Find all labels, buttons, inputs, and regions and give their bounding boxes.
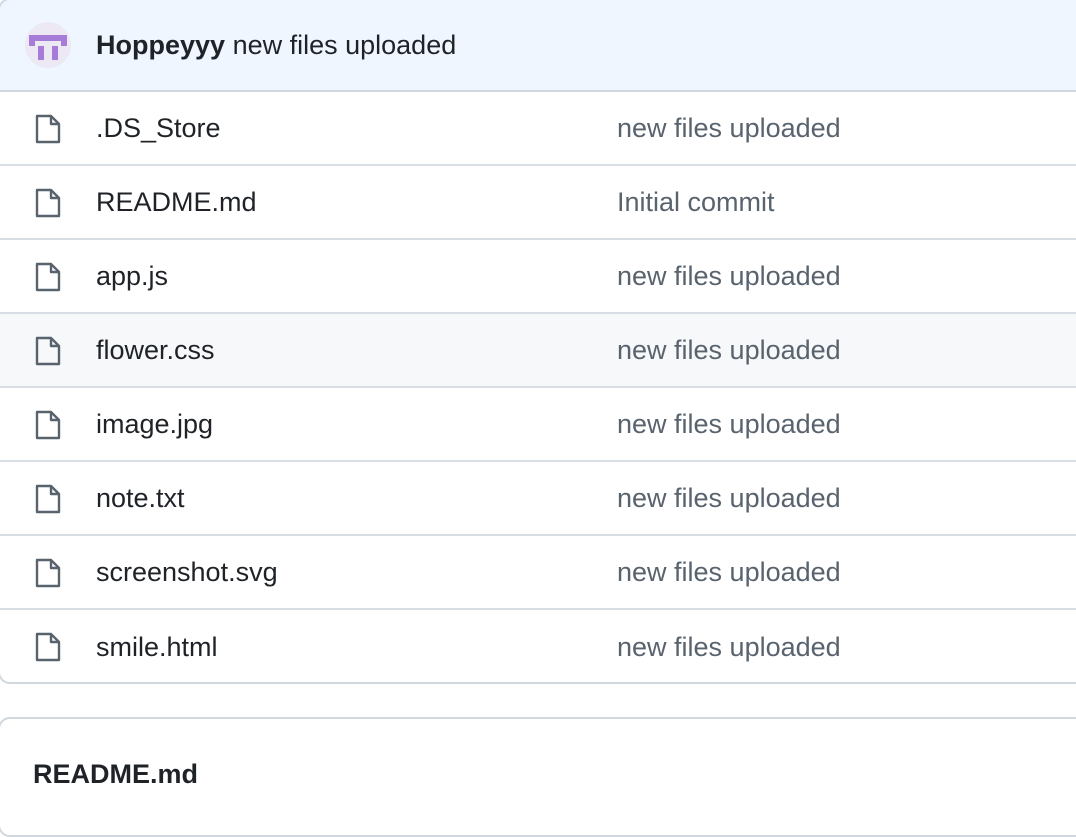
commit-author-link[interactable]: Hoppeyyy <box>96 30 225 60</box>
file-row[interactable]: app.js new files uploaded <box>0 240 1076 314</box>
file-row[interactable]: README.md Initial commit <box>0 166 1076 240</box>
file-name-link[interactable]: smile.html <box>96 632 218 663</box>
readme-title[interactable]: README.md <box>33 759 198 790</box>
file-rows: .DS_Store new files uploaded README.md Init… <box>0 92 1076 682</box>
avatar[interactable] <box>25 22 71 68</box>
file-row[interactable]: note.txt new files uploaded <box>0 462 1076 536</box>
file-commit-message-link[interactable]: new files uploaded <box>617 335 841 366</box>
latest-commit-header: Hoppeyyy new files uploaded <box>0 0 1076 92</box>
file-name-link[interactable]: image.jpg <box>96 409 213 440</box>
file-commit-message-link[interactable]: new files uploaded <box>617 557 841 588</box>
file-name-link[interactable]: flower.css <box>96 335 215 366</box>
commit-message-link[interactable]: new files uploaded <box>233 30 457 60</box>
file-commit-message-link[interactable]: new files uploaded <box>617 261 841 292</box>
file-commit-message-link[interactable]: new files uploaded <box>617 113 841 144</box>
file-row[interactable]: flower.css new files uploaded <box>0 314 1076 388</box>
file-name-link[interactable]: .DS_Store <box>96 113 221 144</box>
commit-summary: Hoppeyyy new files uploaded <box>96 30 456 61</box>
file-list-box: Hoppeyyy new files uploaded .DS_Storenew… <box>0 0 1076 684</box>
file-row[interactable]: .DS_Store new files uploaded <box>0 92 1076 166</box>
user-avatar-icon <box>25 22 71 68</box>
file-commit-message-link[interactable]: new files uploaded <box>617 632 841 663</box>
readme-panel: README.md <box>0 717 1076 837</box>
file-commit-message-link[interactable]: Initial commit <box>617 187 775 218</box>
file-name-link[interactable]: app.js <box>96 261 168 292</box>
file-name-link[interactable]: README.md <box>96 187 257 218</box>
file-commit-message-link[interactable]: new files uploaded <box>617 409 841 440</box>
file-row[interactable]: screenshot.svg new files uploaded <box>0 536 1076 610</box>
file-name-link[interactable]: screenshot.svg <box>96 557 278 588</box>
file-row[interactable]: smile.html new files uploaded <box>0 610 1076 682</box>
file-name-link[interactable]: note.txt <box>96 483 185 514</box>
file-commit-message-link[interactable]: new files uploaded <box>617 483 841 514</box>
file-row[interactable]: image.jpg new files uploaded <box>0 388 1076 462</box>
